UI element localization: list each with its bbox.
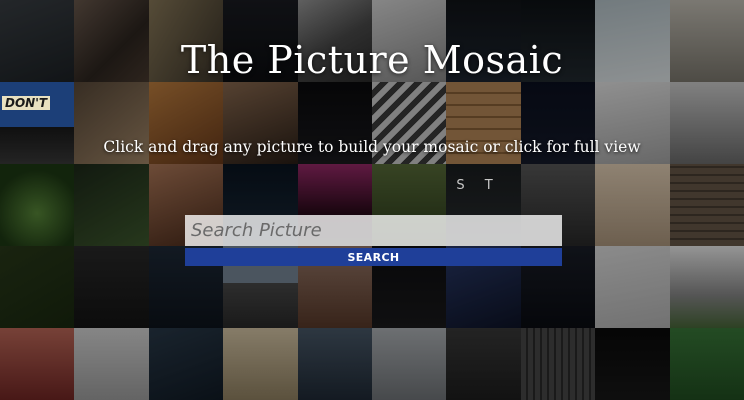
mosaic-picture[interactable] [669, 164, 744, 246]
mosaic-picture[interactable] [669, 246, 744, 328]
mosaic-picture[interactable] [595, 164, 670, 246]
mosaic-picture[interactable] [148, 328, 224, 400]
mosaic-picture[interactable] [595, 246, 670, 328]
mosaic-picture[interactable] [669, 328, 744, 400]
mosaic-picture[interactable] [446, 328, 521, 400]
mosaic-picture[interactable] [595, 328, 670, 400]
page-subtitle: Click and drag any picture to build your… [103, 138, 641, 156]
search-button[interactable]: SEARCH [185, 248, 562, 266]
mosaic-picture[interactable] [223, 328, 298, 400]
mosaic-picture[interactable] [0, 164, 75, 246]
mosaic-picture[interactable] [371, 328, 447, 400]
mosaic-picture[interactable] [0, 328, 75, 400]
mosaic-picture[interactable] [74, 246, 149, 328]
tile-letters-text: S T [456, 178, 501, 193]
mosaic-picture[interactable] [74, 328, 149, 400]
mosaic-picture[interactable] [297, 328, 372, 400]
search-input[interactable] [185, 215, 562, 246]
mosaic-picture[interactable] [74, 164, 149, 246]
page-title: The Picture Mosaic [180, 38, 564, 82]
tile-sign-text: DON'T [2, 96, 51, 110]
mosaic-picture[interactable] [0, 246, 75, 328]
page: DON'T S T The Picture Mosaic Click and dr… [0, 0, 744, 400]
mosaic-picture[interactable] [520, 328, 596, 400]
